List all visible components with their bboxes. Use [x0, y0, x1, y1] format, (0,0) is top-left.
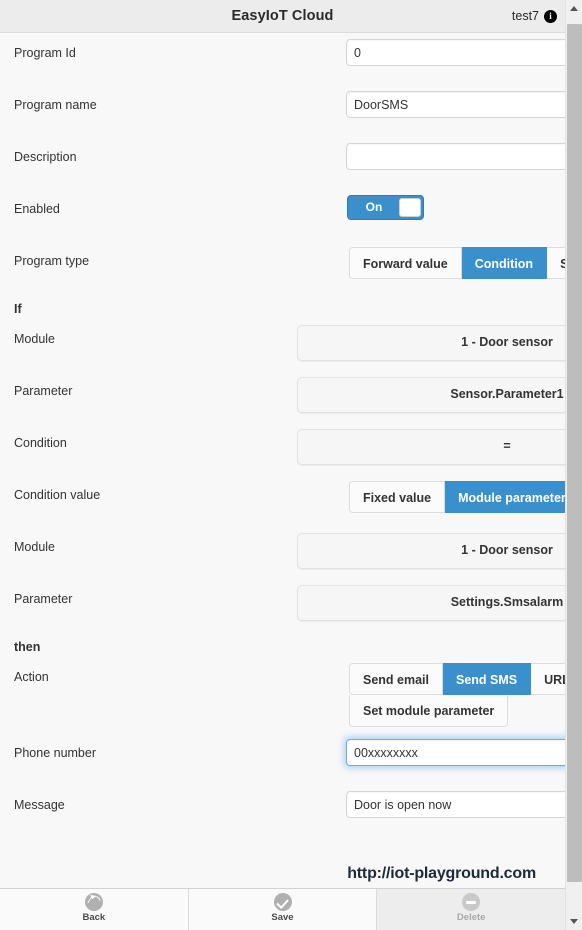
cv-parameter-field-wrap: Settings.Smsalarm [166, 585, 565, 621]
info-icon[interactable]: i [544, 9, 557, 23]
condition-label: Condition [14, 436, 67, 450]
message-field-wrap [166, 791, 565, 818]
action-option-set-module-parameter[interactable]: Set module parameter [349, 695, 509, 727]
back-button[interactable]: Back [0, 889, 189, 930]
undo-icon [84, 893, 103, 911]
cv-parameter-select[interactable]: Settings.Smsalarm [297, 585, 565, 621]
condition-select[interactable]: = [297, 429, 565, 465]
app-window: EasyIoT Cloud test7 i Program Id Program… [0, 0, 565, 930]
description-field-wrap [166, 143, 565, 170]
page-title: EasyIoT Cloud [231, 8, 334, 24]
cv-module-selected-value: 1 - Door sensor [461, 543, 553, 557]
program-type-option-condition[interactable]: Condition [461, 247, 548, 279]
cv-module-select[interactable]: 1 - Door sensor [297, 533, 565, 569]
action-option-url-request[interactable]: URL request [531, 663, 565, 695]
save-button[interactable]: Save [188, 889, 378, 930]
field-row-condition-value: Condition value Fixed value Module param… [0, 481, 565, 533]
scroll-down-arrow-icon[interactable] [566, 913, 582, 930]
if-module-select[interactable]: 1 - Door sensor [297, 325, 565, 361]
field-row-action: Action Send email Send SMS URL request S… [0, 663, 565, 727]
enabled-toggle[interactable]: On [347, 195, 424, 220]
action-second-row: Set module parameter [349, 695, 565, 727]
program-id-field-wrap [166, 39, 565, 66]
condition-value-option-fixed-value[interactable]: Fixed value [349, 481, 446, 513]
field-row-if-parameter: Parameter Sensor.Parameter1 [0, 377, 565, 429]
program-form: Program Id Program name Description Enab… [0, 33, 565, 883]
condition-value-field-wrap: Fixed value Module parameter [166, 481, 565, 513]
cv-module-field-wrap: 1 - Door sensor [166, 533, 565, 569]
program-id-input[interactable] [346, 39, 565, 66]
field-row-description: Description [0, 143, 565, 195]
delete-button: Delete [377, 889, 565, 930]
if-section-label: If [14, 302, 22, 316]
phone-number-field-wrap [166, 739, 565, 766]
phone-number-input[interactable] [346, 739, 565, 766]
field-row-enabled: Enabled On [0, 195, 565, 247]
program-type-option-forward-value[interactable]: Forward value [349, 247, 462, 279]
field-row-message: Message [0, 791, 565, 843]
username-label: test7 [511, 9, 539, 23]
action-option-send-email[interactable]: Send email [349, 663, 443, 695]
check-circle-icon [273, 893, 292, 911]
scroll-up-arrow-icon[interactable] [566, 0, 582, 17]
then-section-label: then [14, 640, 41, 654]
condition-value-option-module-parameter[interactable]: Module parameter [445, 481, 565, 513]
field-row-program-type: Program type Forward value Condition Sch… [0, 247, 565, 299]
cv-parameter-label: Parameter [14, 592, 73, 606]
program-name-input[interactable] [346, 91, 565, 118]
watermark: http://iot-playground.com [347, 865, 536, 882]
field-row-program-id: Program Id [0, 39, 565, 91]
field-row-condition: Condition = [0, 429, 565, 481]
program-name-field-wrap [166, 91, 565, 118]
description-input[interactable] [346, 143, 565, 170]
condition-selected-value: = [503, 439, 511, 453]
condition-field-wrap: = [166, 429, 565, 465]
scrollbar-thumb[interactable] [567, 24, 582, 882]
minus-circle-icon [462, 893, 481, 911]
program-type-segmented-control: Forward value Condition Schedule [349, 247, 565, 279]
enabled-label: Enabled [14, 202, 60, 216]
user-menu[interactable]: test7 i [512, 9, 557, 23]
program-type-option-schedule[interactable]: Schedule [547, 247, 565, 279]
enabled-field-wrap: On [166, 195, 565, 225]
field-row-cv-module: Module 1 - Door sensor [0, 533, 565, 585]
field-row-cv-parameter: Parameter Settings.Smsalarm [0, 585, 565, 637]
app-header: EasyIoT Cloud test7 i [0, 0, 565, 33]
if-module-selected-value: 1 - Door sensor [461, 335, 553, 349]
vertical-scrollbar[interactable] [565, 0, 582, 930]
if-module-field-wrap: 1 - Door sensor [166, 325, 565, 361]
program-type-label: Program type [14, 254, 90, 268]
action-field-wrap: Send email Send SMS URL request Set modu… [166, 663, 565, 727]
program-id-label: Program Id [14, 46, 76, 60]
if-parameter-selected-value: Sensor.Parameter1 [450, 387, 564, 401]
description-label: Description [14, 150, 77, 164]
action-option-send-sms[interactable]: Send SMS [443, 663, 532, 695]
message-label: Message [14, 798, 65, 812]
field-row-phone-number: Phone number [0, 739, 565, 791]
condition-value-label: Condition value [14, 488, 101, 502]
if-parameter-label: Parameter [14, 384, 73, 398]
action-label: Action [14, 670, 49, 684]
field-row-program-name: Program name [0, 91, 565, 143]
if-parameter-field-wrap: Sensor.Parameter1 [166, 377, 565, 413]
enabled-toggle-state: On [365, 200, 383, 214]
cv-parameter-selected-value: Settings.Smsalarm [450, 595, 564, 609]
message-input[interactable] [346, 791, 565, 818]
bottom-toolbar: Back Save Delete [0, 888, 565, 930]
action-segmented-control: Send email Send SMS URL request Set modu… [349, 663, 565, 727]
delete-button-label: Delete [456, 912, 486, 923]
program-type-field-wrap: Forward value Condition Schedule [166, 247, 565, 279]
cv-module-label: Module [14, 540, 55, 554]
save-button-label: Save [271, 912, 294, 923]
phone-number-label: Phone number [14, 746, 97, 760]
condition-value-segmented-control: Fixed value Module parameter [349, 481, 565, 513]
if-parameter-select[interactable]: Sensor.Parameter1 [297, 377, 565, 413]
back-button-label: Back [82, 912, 106, 923]
if-module-label: Module [14, 332, 55, 346]
toggle-knob[interactable] [399, 198, 421, 217]
program-name-label: Program name [14, 98, 97, 112]
field-row-if-module: Module 1 - Door sensor [0, 325, 565, 377]
